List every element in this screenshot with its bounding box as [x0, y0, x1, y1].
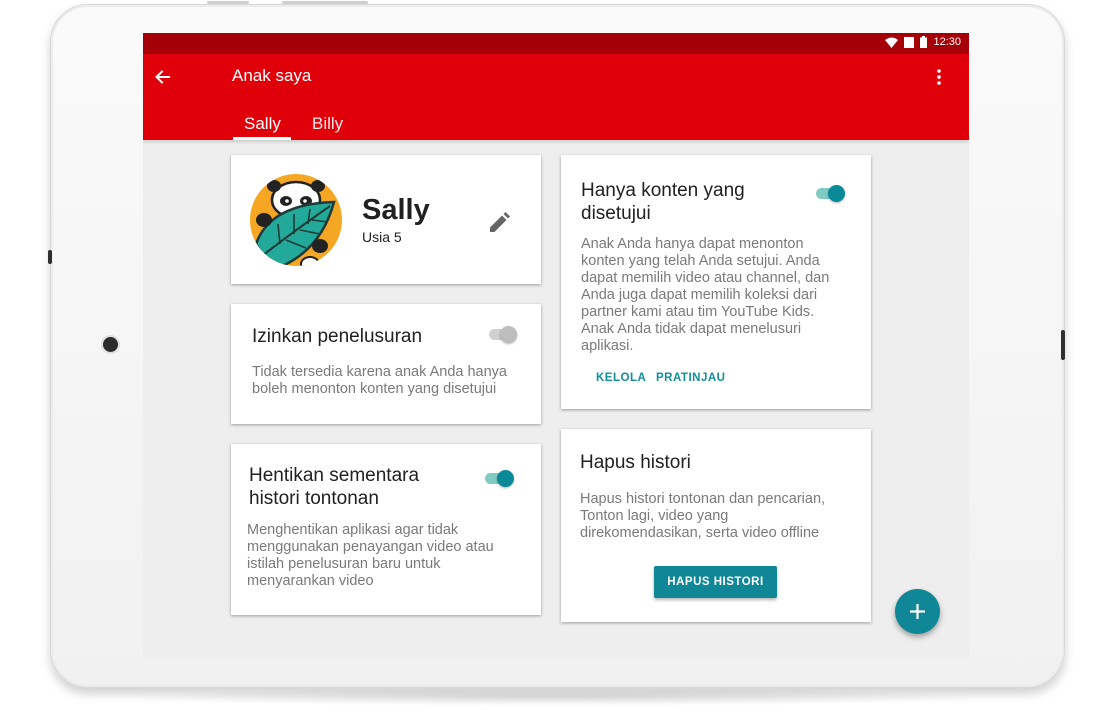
add-fab-button[interactable] — [895, 589, 940, 634]
search-description: Tidak tersedia karena anak Anda hanya bo… — [252, 364, 507, 397]
preview-link[interactable]: PRATINJAU — [656, 372, 725, 384]
search-toggle[interactable] — [488, 324, 518, 344]
pencil-icon[interactable] — [488, 212, 510, 234]
toggle-thumb — [500, 326, 517, 343]
manage-link[interactable]: KELOLA — [596, 372, 646, 384]
battery-icon — [920, 36, 928, 48]
toggle-thumb — [828, 185, 845, 202]
tab-indicator — [233, 137, 291, 140]
screen: 12:30 Anak saya Sally Billy Sally Usia 5… — [143, 33, 969, 660]
pause-history-title-line2: histori tontonan — [249, 488, 379, 509]
approved-content-description: Anak Anda hanya dapat menonton konten ya… — [581, 236, 830, 354]
front-camera — [103, 337, 118, 352]
more-vert-icon[interactable] — [929, 67, 949, 87]
toggle-thumb — [497, 470, 514, 487]
approved-content-title-line1: Hanya konten yang — [581, 180, 745, 201]
search-title: Izinkan penelusuran — [252, 326, 423, 347]
device-shadow — [120, 688, 990, 706]
status-time: 12:30 — [933, 36, 961, 48]
clear-history-description: Hapus histori tontonan dan pencarian, To… — [580, 491, 826, 541]
device-top-button — [282, 1, 368, 4]
wifi-icon — [885, 37, 899, 48]
device-side-button — [48, 250, 52, 264]
tab-sally[interactable]: Sally — [244, 114, 281, 134]
status-bar: 12:30 — [143, 33, 969, 54]
arrow-left-icon[interactable] — [153, 67, 173, 87]
pause-history-card: Hentikan sementara histori tontonan Meng… — [231, 444, 541, 615]
device-side-button — [1061, 330, 1065, 360]
profile-card: Sally Usia 5 — [231, 155, 541, 284]
approved-content-card: Hanya konten yang disetujui Anak Anda ha… — [561, 155, 871, 409]
device-top-button — [207, 1, 249, 4]
approved-content-title-line2: disetujui — [581, 203, 651, 224]
profile-name: Sally — [362, 194, 430, 226]
page-title: Anak saya — [232, 66, 312, 85]
search-card: Izinkan penelusuran Tidak tersedia karen… — [231, 304, 541, 424]
clear-history-button[interactable]: HAPUS HISTORI — [654, 566, 777, 598]
signal-icon — [904, 36, 915, 48]
profile-age: Usia 5 — [362, 229, 402, 245]
tab-billy[interactable]: Billy — [312, 114, 343, 134]
clear-history-card: Hapus histori Hapus histori tontonan dan… — [561, 429, 871, 622]
approved-content-toggle[interactable] — [815, 183, 845, 203]
pause-history-toggle[interactable] — [484, 468, 514, 488]
panda-leaf-avatar — [250, 174, 342, 266]
pause-history-title-line1: Hentikan sementara — [249, 465, 420, 486]
clear-history-title: Hapus histori — [580, 452, 691, 473]
plus-icon — [910, 604, 925, 619]
pause-history-description: Menghentikan aplikasi agar tidak menggun… — [247, 522, 494, 589]
app-bar: Anak saya Sally Billy — [143, 54, 969, 140]
